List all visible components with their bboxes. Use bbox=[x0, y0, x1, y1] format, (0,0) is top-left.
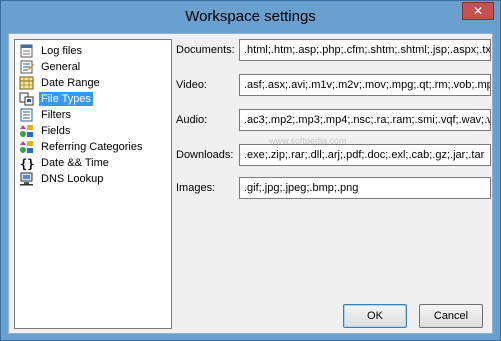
video-field[interactable]: .asf;.asx;.avi;.m1v;.m2v;.mov;.mpg;.qt;.… bbox=[239, 74, 491, 96]
cancel-button[interactable]: Cancel bbox=[419, 304, 483, 328]
tree-item-date-time[interactable]: {} Date && Time bbox=[19, 155, 111, 171]
file-types-icon bbox=[19, 92, 35, 106]
braces-icon: {} bbox=[19, 156, 35, 171]
svg-text:{}: {} bbox=[20, 157, 34, 170]
images-label: Images: bbox=[176, 182, 216, 194]
general-icon bbox=[19, 60, 35, 74]
tree-item-label: Log files bbox=[41, 45, 82, 57]
tree-item-referring-categories[interactable]: Referring Categories bbox=[19, 139, 145, 155]
tree-item-label: General bbox=[41, 61, 81, 73]
close-button[interactable]: ✕ bbox=[462, 2, 494, 20]
tree-item-general[interactable]: General bbox=[19, 59, 82, 75]
tree-item-filters[interactable]: Filters bbox=[19, 107, 73, 123]
audio-label: Audio: bbox=[176, 114, 208, 126]
dns-lookup-icon bbox=[19, 172, 35, 186]
tree-item-label: Fields bbox=[41, 125, 71, 137]
tree-item-date-range[interactable]: Date Range bbox=[19, 75, 102, 91]
audio-field[interactable]: .ac3;.mp2;.mp3;.mp4;.nsc;.ra;.ram;.smi;.… bbox=[239, 109, 491, 131]
tree-item-label: File Types bbox=[39, 92, 93, 106]
title-bar[interactable]: Workspace settings ✕ bbox=[1, 1, 500, 33]
images-field[interactable]: .gif;.jpg;.jpeg;.bmp;.png bbox=[239, 177, 491, 199]
close-icon: ✕ bbox=[472, 4, 484, 18]
downloads-label: Downloads: bbox=[176, 149, 234, 161]
tree-item-label: Date && Time bbox=[41, 157, 109, 169]
documents-field[interactable]: .html;.htm;.asp;.php;.cfm;.shtm;.shtml;.… bbox=[239, 39, 491, 61]
filters-icon bbox=[19, 108, 35, 122]
tree-item-log-files[interactable]: Log files bbox=[19, 43, 84, 59]
ok-button[interactable]: OK bbox=[343, 304, 407, 328]
tree-item-label: Date Range bbox=[41, 77, 100, 89]
settings-tree[interactable]: Log files General Date Range File Types … bbox=[14, 39, 172, 329]
calendar-icon bbox=[19, 76, 35, 90]
workspace-settings-window: Workspace settings ✕ Log files General D… bbox=[0, 0, 501, 341]
fields-icon bbox=[19, 124, 35, 138]
log-files-icon bbox=[19, 44, 35, 58]
tree-item-file-types[interactable]: File Types bbox=[19, 91, 93, 107]
tree-item-label: Referring Categories bbox=[41, 141, 143, 153]
tree-item-label: DNS Lookup bbox=[41, 173, 104, 185]
dialog-body: Log files General Date Range File Types … bbox=[8, 33, 493, 334]
referring-categories-icon bbox=[19, 140, 35, 154]
downloads-field[interactable]: .exe;.zip;.rar;.dll;.arj;.pdf;.doc;.exl;… bbox=[239, 144, 491, 166]
window-title: Workspace settings bbox=[185, 8, 316, 25]
tree-item-dns-lookup[interactable]: DNS Lookup bbox=[19, 171, 105, 187]
tree-item-fields[interactable]: Fields bbox=[19, 123, 72, 139]
video-label: Video: bbox=[176, 79, 207, 91]
documents-label: Documents: bbox=[176, 44, 235, 56]
tree-item-label: Filters bbox=[41, 109, 71, 121]
